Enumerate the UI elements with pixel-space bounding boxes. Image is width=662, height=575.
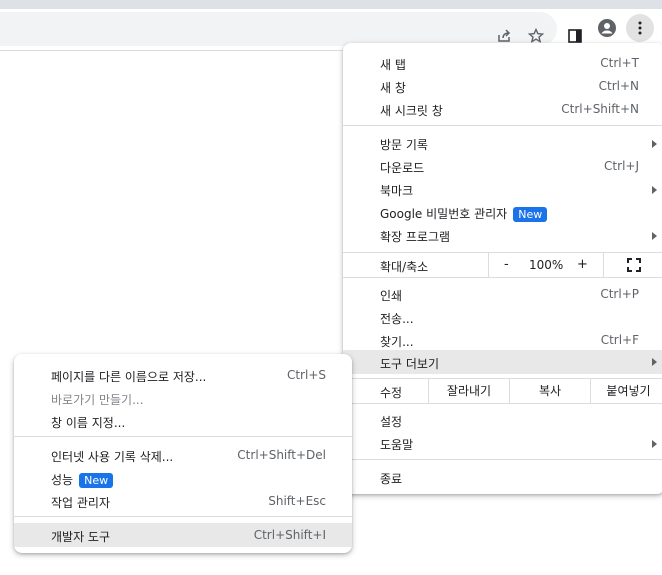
save-page-label: 페이지를 다른 이름으로 저장... (51, 370, 207, 384)
submenu-arrow-icon (652, 358, 657, 366)
submenu-arrow-icon (652, 140, 657, 148)
menu-separator (14, 436, 352, 437)
settings-item[interactable]: 설정 (343, 409, 662, 432)
more-tools-submenu: 페이지를 다른 이름으로 저장... Ctrl+S 바로가기 만들기... 창 … (14, 354, 352, 553)
clear-data-shortcut: Ctrl+Shift+Del (237, 448, 326, 462)
more-menu-icon[interactable] (626, 14, 654, 42)
zoom-out-button[interactable]: - (504, 257, 509, 272)
dev-tools-shortcut: Ctrl+Shift+I (253, 528, 326, 542)
submenu-arrow-icon (652, 232, 657, 240)
find-label: 찾기... (380, 335, 414, 349)
bookmarks-item[interactable]: 북마크 (343, 178, 662, 201)
print-label: 인쇄 (380, 289, 403, 303)
menu-separator (343, 459, 662, 460)
more-tools-label: 도구 더보기 (380, 357, 440, 371)
new-window-item[interactable]: 새 창 Ctrl+N (343, 75, 662, 98)
cast-item[interactable]: 전송... (343, 306, 662, 329)
new-tab-label: 새 탭 (380, 58, 406, 72)
zoom-level: 100% (529, 258, 564, 272)
exit-item[interactable]: 종료 (343, 466, 662, 489)
new-incognito-label: 새 시크릿 창 (380, 104, 443, 118)
history-label: 방문 기록 (380, 138, 428, 152)
clear-data-item[interactable]: 인터넷 사용 기록 삭제... Ctrl+Shift+Del (14, 444, 352, 467)
new-badge: New (513, 207, 548, 222)
password-manager-label: Google 비밀번호 관리자 (380, 207, 508, 221)
menu-separator (343, 125, 662, 126)
name-window-item[interactable]: 창 이름 지정... (14, 410, 352, 433)
zoom-row: 확대/축소 - 100% + (343, 253, 662, 277)
extensions-item[interactable]: 확장 프로그램 (343, 224, 662, 247)
new-tab-item[interactable]: 새 탭 Ctrl+T (343, 52, 662, 75)
clear-data-label: 인터넷 사용 기록 삭제... (51, 450, 174, 464)
find-shortcut: Ctrl+F (600, 333, 639, 347)
paste-button[interactable]: 붙여넣기 (590, 379, 662, 403)
print-item[interactable]: 인쇄 Ctrl+P (343, 283, 662, 306)
help-label: 도움말 (380, 438, 414, 452)
password-manager-item[interactable]: Google 비밀번호 관리자 New (343, 201, 662, 224)
tab-strip (0, 0, 662, 9)
new-tab-shortcut: Ctrl+T (600, 56, 639, 70)
performance-label: 성능 (51, 473, 74, 487)
menu-separator (343, 403, 662, 404)
create-shortcut-label: 바로가기 만들기... (51, 393, 144, 407)
submenu-arrow-icon (652, 186, 657, 194)
task-manager-item[interactable]: 작업 관리자 Shift+Esc (14, 490, 352, 513)
cast-label: 전송... (380, 312, 414, 326)
new-incognito-item[interactable]: 새 시크릿 창 Ctrl+Shift+N (343, 98, 662, 121)
zoom-in-button[interactable]: + (577, 257, 588, 272)
menu-separator (14, 516, 352, 517)
menu-separator (343, 277, 662, 278)
copy-button[interactable]: 복사 (509, 379, 590, 403)
print-shortcut: Ctrl+P (600, 287, 639, 301)
bookmarks-label: 북마크 (380, 184, 414, 198)
downloads-shortcut: Ctrl+J (604, 159, 639, 173)
name-window-label: 창 이름 지정... (51, 416, 126, 430)
settings-label: 설정 (380, 415, 403, 429)
new-window-shortcut: Ctrl+N (598, 79, 639, 93)
fullscreen-button[interactable] (603, 253, 662, 277)
profile-avatar[interactable] (593, 14, 621, 42)
save-page-shortcut: Ctrl+S (286, 368, 326, 382)
cut-button[interactable]: 잘라내기 (428, 379, 509, 403)
chrome-main-menu: 새 탭 Ctrl+T 새 창 Ctrl+N 새 시크릿 창 Ctrl+Shift… (343, 43, 662, 494)
downloads-item[interactable]: 다운로드 Ctrl+J (343, 155, 662, 178)
create-shortcut-item[interactable]: 바로가기 만들기... (14, 387, 352, 410)
history-item[interactable]: 방문 기록 (343, 132, 662, 155)
new-badge: New (79, 473, 114, 488)
task-manager-label: 작업 관리자 (51, 496, 111, 510)
password-manager-label-wrap: Google 비밀번호 관리자 New (380, 205, 548, 222)
find-item[interactable]: 찾기... Ctrl+F (343, 329, 662, 352)
zoom-label: 확대/축소 (380, 260, 429, 274)
submenu-arrow-icon (652, 440, 657, 448)
zoom-controls: - 100% + (488, 253, 662, 277)
performance-item[interactable]: 성능 New (14, 467, 352, 490)
address-bar[interactable] (0, 12, 557, 46)
save-page-item[interactable]: 페이지를 다른 이름으로 저장... Ctrl+S (14, 364, 352, 387)
performance-label-wrap: 성능 New (51, 471, 114, 488)
new-incognito-shortcut: Ctrl+Shift+N (561, 102, 639, 116)
edit-label: 수정 (380, 386, 403, 400)
fullscreen-icon (627, 258, 641, 272)
help-item[interactable]: 도움말 (343, 432, 662, 455)
task-manager-shortcut: Shift+Esc (268, 494, 326, 508)
downloads-label: 다운로드 (380, 161, 425, 175)
new-window-label: 새 창 (380, 81, 406, 95)
edit-row: 수정 잘라내기 복사 붙여넣기 (343, 379, 662, 403)
extensions-label: 확장 프로그램 (380, 230, 451, 244)
dev-tools-label: 개발자 도구 (51, 530, 111, 544)
dev-tools-item[interactable]: 개발자 도구 Ctrl+Shift+I (14, 523, 352, 547)
more-tools-item[interactable]: 도구 더보기 (343, 350, 662, 374)
exit-label: 종료 (380, 472, 403, 486)
